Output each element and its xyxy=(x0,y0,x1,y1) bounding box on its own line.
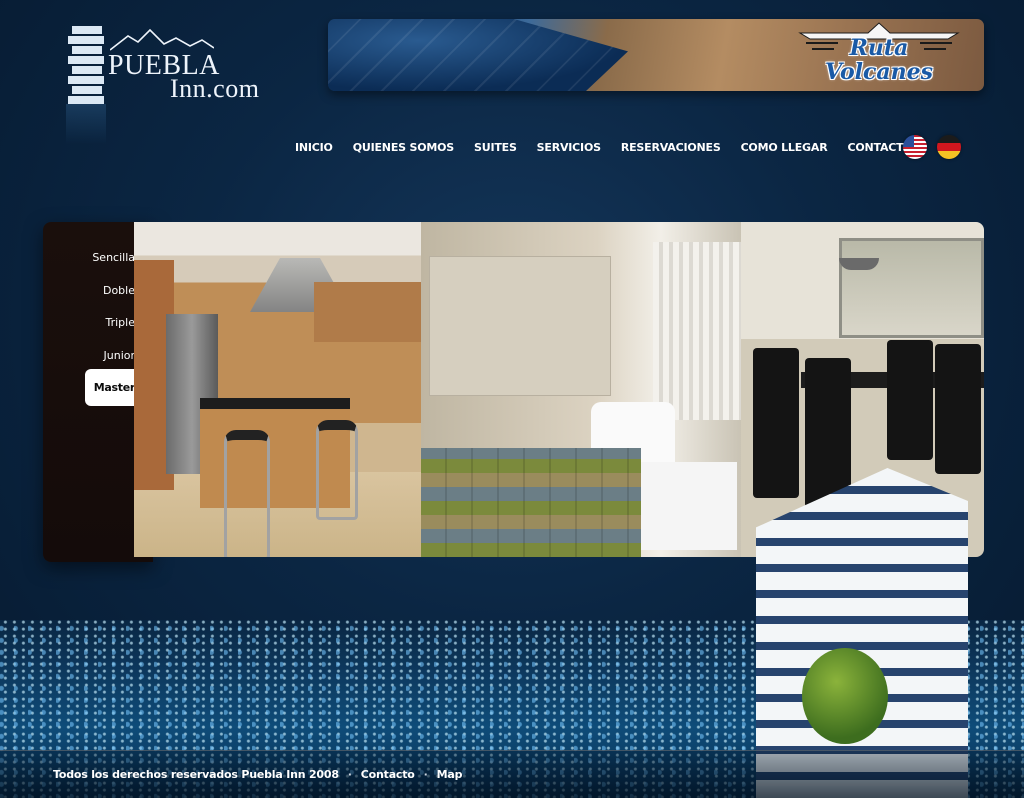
nav-quienes-somos[interactable]: QUIENES SOMOS xyxy=(353,140,454,156)
footer-link-map[interactable]: Map xyxy=(437,768,463,781)
main-nav: INICIO QUIENES SOMOS SUITES SERVICIOS RE… xyxy=(295,140,913,156)
logo-text-line2: Inn.com xyxy=(170,74,260,103)
suite-tab-junior[interactable]: Junior xyxy=(104,349,136,362)
suite-tab-doble[interactable]: Doble xyxy=(103,284,135,297)
logo-tower-icon xyxy=(68,26,104,104)
banner-fabric-image xyxy=(328,19,628,91)
footer-separator: · xyxy=(347,768,352,781)
nav-suites[interactable]: SUITES xyxy=(474,140,517,156)
site-logo[interactable]: PUEBLA Inn.com xyxy=(66,24,276,144)
footer-link-contacto[interactable]: Contacto xyxy=(361,768,415,781)
bedroom-photo xyxy=(421,222,741,557)
nav-como-llegar[interactable]: COMO LLEGAR xyxy=(741,140,828,156)
hotel-building-image xyxy=(736,448,968,798)
nav-servicios[interactable]: SERVICIOS xyxy=(537,140,601,156)
footer-separator: · xyxy=(423,768,428,781)
footer: Todos los derechos reservados Puebla Inn… xyxy=(0,750,1024,798)
logo-reflection xyxy=(66,104,106,144)
mountains-icon xyxy=(110,28,214,51)
germany-flag-icon[interactable] xyxy=(937,135,961,159)
header-banner: Ruta Volcanes xyxy=(328,19,984,91)
partner-logo-line1: Ruta xyxy=(849,35,909,61)
footer-copyright: Todos los derechos reservados Puebla Inn… xyxy=(53,768,339,781)
nav-inicio[interactable]: INICIO xyxy=(295,140,333,156)
nav-reservaciones[interactable]: RESERVACIONES xyxy=(621,140,721,156)
partner-logo-line2: Volcanes xyxy=(824,59,934,85)
kitchen-photo xyxy=(134,222,421,557)
us-flag-icon[interactable] xyxy=(903,135,927,159)
suite-tab-triple[interactable]: Triple xyxy=(106,316,136,329)
tree-image xyxy=(802,648,888,744)
suite-tab-sencilla[interactable]: Sencilla xyxy=(92,251,135,264)
ruta-volcanes-logo[interactable]: Ruta Volcanes xyxy=(798,21,960,89)
